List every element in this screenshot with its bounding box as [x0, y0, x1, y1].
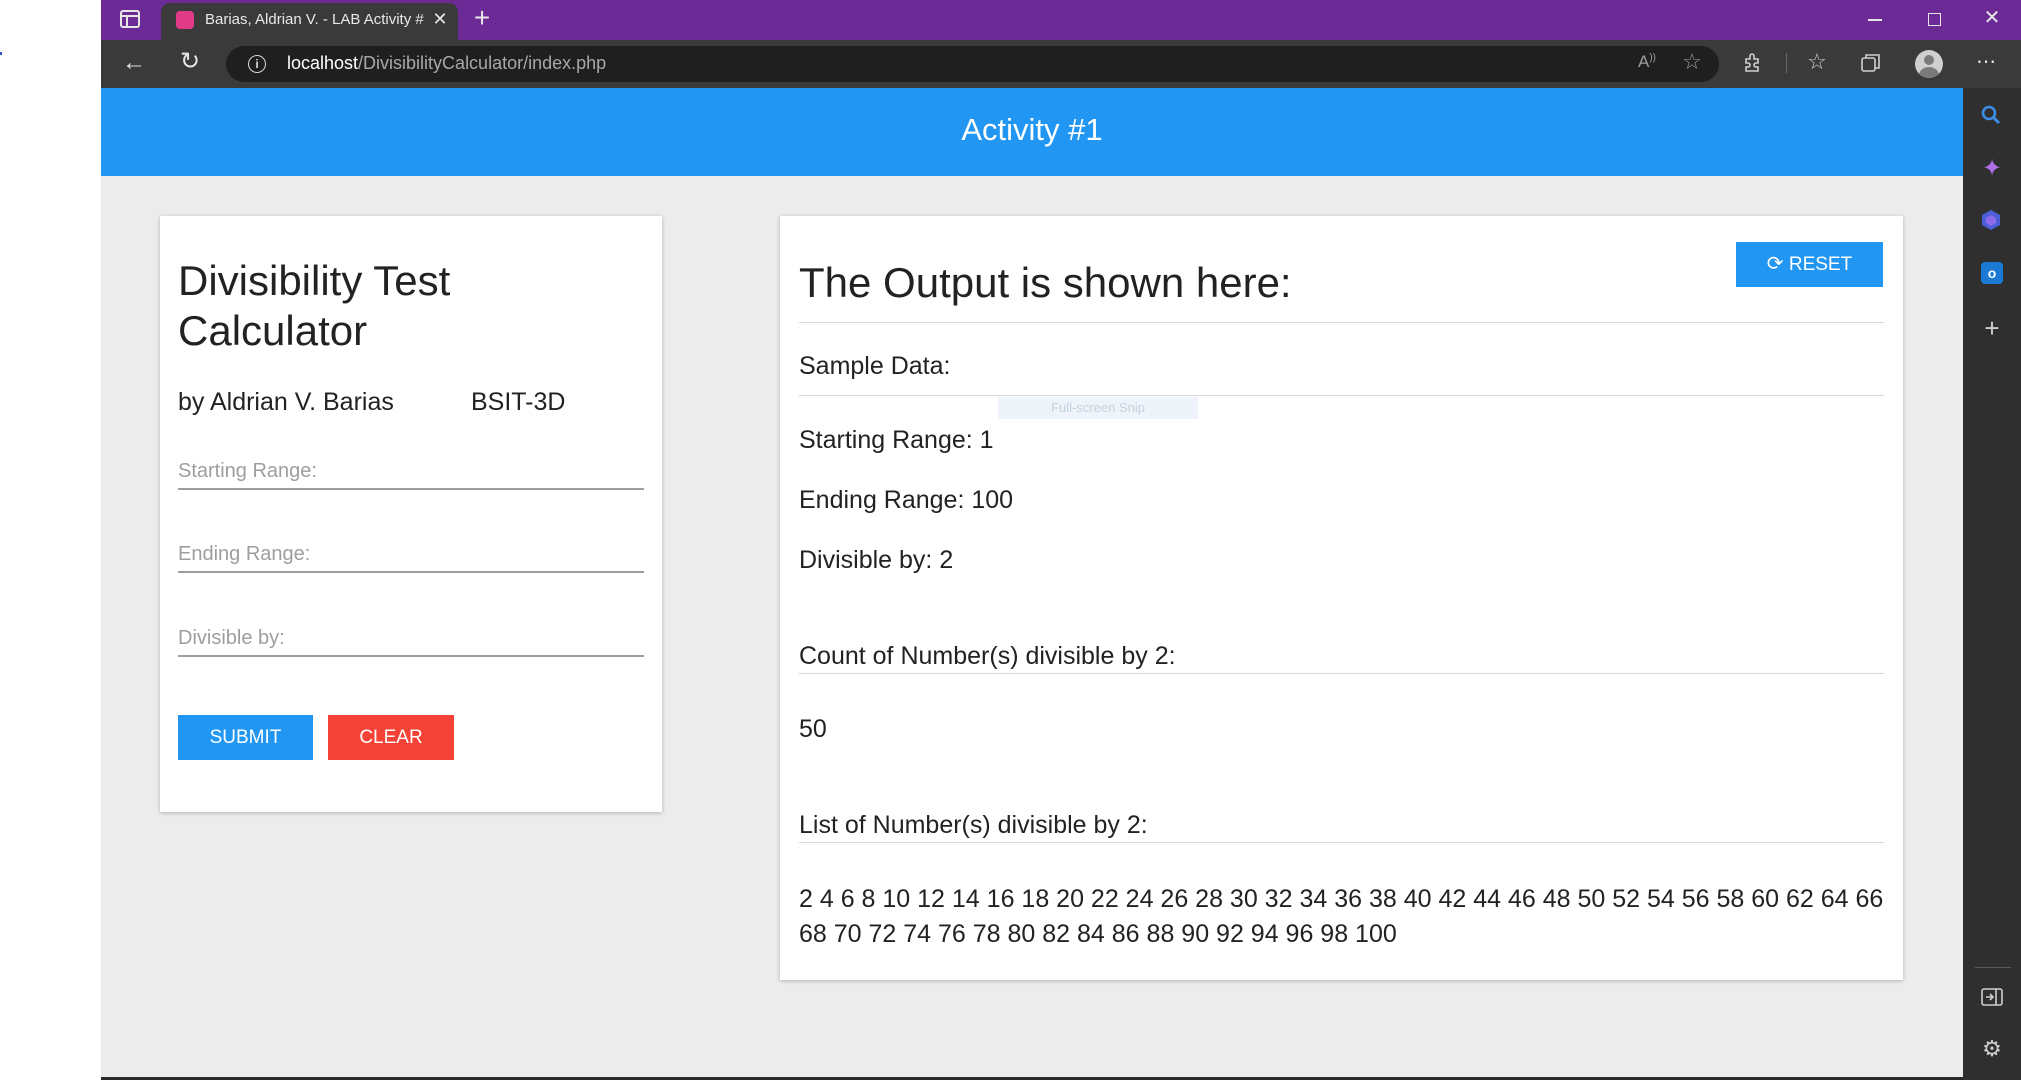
restore-icon[interactable]: [1928, 13, 1941, 26]
reset-button[interactable]: ⟳ RESET: [1736, 242, 1883, 287]
ending-range-value: Ending Range: 100: [799, 486, 1014, 514]
author-name: by Aldrian V. Barias: [178, 388, 394, 416]
divisible-by-value: Divisible by: 2: [799, 546, 954, 574]
outlook-icon[interactable]: o: [1981, 262, 2003, 284]
read-aloud-icon[interactable]: A)): [1636, 53, 1658, 73]
count-divider: [799, 673, 1884, 674]
collections-icon[interactable]: [1860, 52, 1884, 76]
form-title-line2: Calculator: [178, 307, 368, 354]
refresh-icon[interactable]: ↻: [178, 50, 202, 76]
submit-button[interactable]: SUBMIT: [178, 715, 313, 760]
extensions-icon[interactable]: [1742, 52, 1766, 76]
stray-mark: [0, 52, 2, 55]
ending-range-input[interactable]: Ending Range:: [178, 535, 644, 575]
more-menu-icon[interactable]: ⋯: [1974, 52, 1998, 72]
ending-range-placeholder: Ending Range:: [178, 543, 311, 565]
favorite-star-icon[interactable]: ☆: [1680, 51, 1704, 75]
snip-overlay: Full-screen Snip: [998, 397, 1198, 419]
output-title-divider: [799, 322, 1884, 323]
minimize-icon[interactable]: [1868, 19, 1882, 21]
tab-actions-icon[interactable]: [120, 10, 142, 30]
add-icon[interactable]: +: [1981, 315, 2003, 341]
divisible-by-input[interactable]: Divisible by:: [178, 619, 644, 659]
reset-label: RESET: [1788, 254, 1853, 275]
sidebar-divider: [1975, 967, 2011, 968]
list-heading: List of Number(s) divisible by 2:: [799, 811, 1148, 839]
starting-range-placeholder: Starting Range:: [178, 460, 317, 482]
output-title: The Output is shown here:: [799, 259, 1292, 306]
list-line: 68 70 72 74 76 78 80 82 84 86 88 90 92 9…: [799, 920, 1397, 948]
settings-icon[interactable]: ⚙: [1981, 1038, 2003, 1062]
site-info-icon[interactable]: i: [248, 55, 266, 73]
hide-sidebar-icon[interactable]: [1981, 987, 2003, 1009]
tab-title: Barias, Aldrian V. - LAB Activity #: [205, 11, 424, 28]
copilot-icon[interactable]: ✦: [1980, 157, 2004, 181]
form-title-line1: Divisibility Test: [178, 257, 451, 304]
class-section: BSIT-3D: [471, 388, 566, 416]
search-icon[interactable]: [1980, 104, 2004, 128]
tab-favicon-icon: [176, 11, 194, 29]
new-tab-icon[interactable]: +: [470, 4, 494, 32]
divisible-by-underline: [178, 655, 644, 657]
starting-range-value: Starting Range: 1: [799, 426, 994, 454]
edge-sidebar: [1963, 88, 2021, 1080]
refresh-icon: ⟳: [1766, 253, 1784, 275]
list-line: 2 4 6 8 10 12 14 16 18 20 22 24 26 28 30…: [799, 885, 1884, 913]
app-header-title: Activity #1: [961, 112, 1103, 147]
toolbar-divider: [1786, 53, 1787, 73]
games-icon[interactable]: [1980, 209, 2004, 233]
starting-range-underline: [178, 488, 644, 490]
clear-button[interactable]: CLEAR: [328, 715, 454, 760]
divisible-numbers-list: 2 4 6 8 10 12 14 16 18 20 22 24 26 28 30…: [799, 882, 1889, 952]
url-host: localhost: [287, 53, 359, 73]
close-tab-icon[interactable]: ✕: [432, 10, 448, 28]
count-heading: Count of Number(s) divisible by 2:: [799, 642, 1176, 670]
favorites-icon[interactable]: ☆: [1804, 51, 1830, 75]
form-title: Divisibility Test Calculator: [178, 256, 450, 356]
starting-range-input[interactable]: Starting Range:: [178, 452, 644, 492]
output-card: [780, 216, 1903, 980]
url-text[interactable]: localhost/DivisibilityCalculator/index.p…: [287, 53, 606, 74]
sample-data-divider: [799, 395, 1884, 396]
close-window-icon[interactable]: ✕: [1982, 8, 2002, 30]
profile-avatar-icon[interactable]: [1915, 50, 1943, 78]
sample-data-heading: Sample Data:: [799, 352, 951, 380]
back-icon[interactable]: ←: [122, 51, 146, 75]
list-divider: [799, 842, 1884, 843]
ending-range-underline: [178, 571, 644, 573]
divisible-by-placeholder: Divisible by:: [178, 627, 285, 649]
count-value: 50: [799, 715, 827, 743]
url-path: /DivisibilityCalculator/index.php: [358, 53, 607, 73]
